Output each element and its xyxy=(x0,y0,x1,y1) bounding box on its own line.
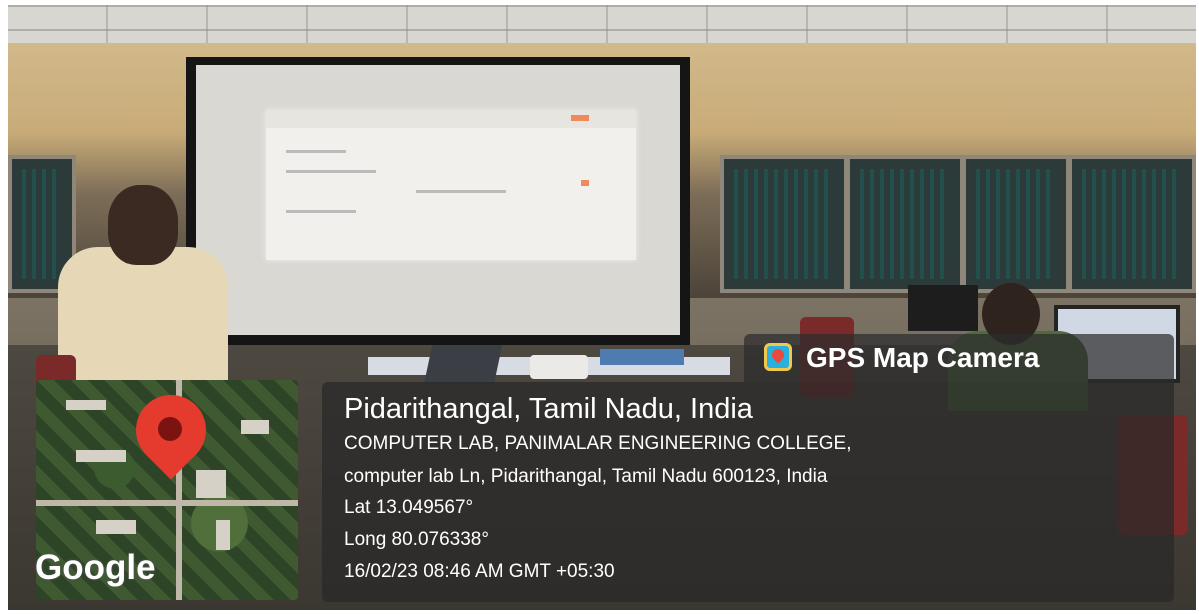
latitude: Lat 13.049567° xyxy=(344,497,474,518)
app-name: GPS Map Camera xyxy=(806,342,1040,373)
gps-map-camera-icon xyxy=(764,343,792,371)
window xyxy=(720,155,848,293)
laptop xyxy=(423,345,503,385)
projector xyxy=(530,355,588,379)
location-pin-center xyxy=(158,417,182,441)
window xyxy=(846,155,964,293)
presenter xyxy=(58,185,236,387)
projector-box xyxy=(600,349,684,365)
google-logo: Google xyxy=(35,548,156,587)
longitude: Long 80.076338° xyxy=(344,529,489,550)
address-line-1: COMPUTER LAB, PANIMALAR ENGINEERING COLL… xyxy=(344,433,852,454)
window xyxy=(962,155,1070,293)
place-title: Pidarithangal, Tamil Nadu, India xyxy=(344,393,753,425)
app-badge: GPS Map Camera xyxy=(744,334,1174,382)
projected-slide xyxy=(266,110,636,260)
window xyxy=(1068,155,1196,293)
address-line-2: computer lab Ln, Pidarithangal, Tamil Na… xyxy=(344,466,828,487)
datetime: 16/02/23 08:46 AM GMT +05:30 xyxy=(344,561,615,582)
